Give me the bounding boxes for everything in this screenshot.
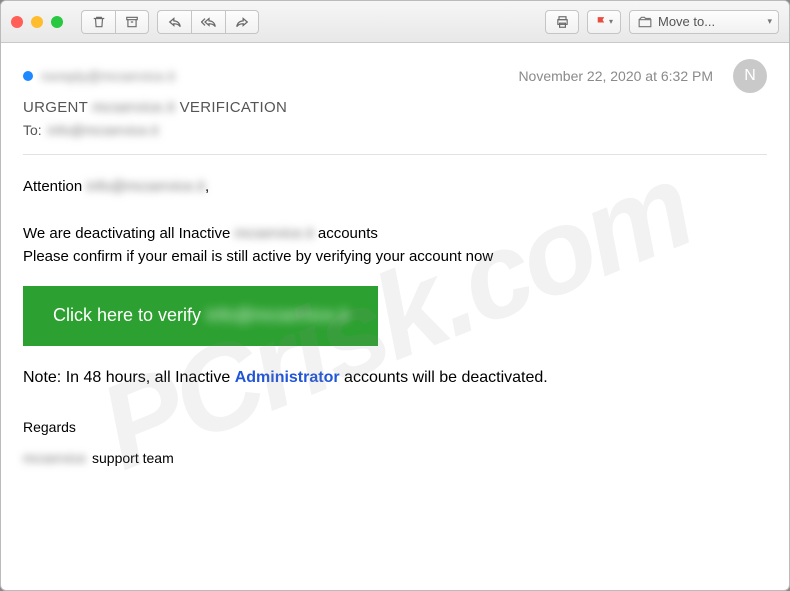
archive-button[interactable] <box>115 10 149 34</box>
move-to-dropdown[interactable]: Move to... <box>629 10 779 34</box>
support-redacted: mcservice <box>23 448 86 470</box>
titlebar: ▾ Move to... <box>1 1 789 43</box>
attention-comma: , <box>205 178 209 195</box>
trash-button[interactable] <box>81 10 115 34</box>
reply-group <box>157 10 259 34</box>
reply-all-button[interactable] <box>191 10 225 34</box>
forward-button[interactable] <box>225 10 259 34</box>
attention-redacted: info@mcservice.it <box>86 178 205 195</box>
print-button[interactable] <box>545 10 579 34</box>
verify-button[interactable]: Click here to verify info@mcservice.it <box>23 286 378 346</box>
note-line: Note: In 48 hours, all Inactive Administ… <box>23 366 767 391</box>
close-window-button[interactable] <box>11 16 23 28</box>
regards: Regards <box>23 417 767 439</box>
note-a: Note: In 48 hours, all Inactive <box>23 369 230 386</box>
email-body: Attention info@mcservice.it, We are deac… <box>23 175 767 470</box>
sender-avatar: N <box>733 59 767 93</box>
reply-button[interactable] <box>157 10 191 34</box>
body-line2: Please confirm if your email is still ac… <box>23 245 767 268</box>
email-window: ▾ Move to... PCrisk.com noreply@mcservic… <box>0 0 790 591</box>
subject-suffix: VERIFICATION <box>180 99 288 116</box>
minimize-window-button[interactable] <box>31 16 43 28</box>
verify-btn-redacted: info@mcservice.it <box>206 305 348 325</box>
note-b: accounts will be deactivated. <box>344 369 548 386</box>
email-subject: URGENT mcservice.it VERIFICATION <box>23 99 767 116</box>
to-label: To: <box>23 122 42 138</box>
administrator-link[interactable]: Administrator <box>235 369 340 386</box>
unread-indicator <box>23 71 33 81</box>
header-row: noreply@mcservice.it November 22, 2020 a… <box>23 59 767 93</box>
move-to-label: Move to... <box>658 14 715 29</box>
delete-group <box>81 10 149 34</box>
subject-redacted: mcservice.it <box>92 99 175 116</box>
body-line1-redacted: mcservice.it <box>235 225 314 242</box>
support-line: mcservice support team <box>23 448 767 470</box>
email-date: November 22, 2020 at 6:32 PM <box>518 68 713 84</box>
to-address: info@mcservice.it <box>48 122 159 138</box>
window-controls <box>11 16 63 28</box>
email-content: PCrisk.com noreply@mcservice.it November… <box>1 43 789 590</box>
from-address: noreply@mcservice.it <box>41 68 175 84</box>
verify-btn-text: Click here to verify <box>53 305 201 325</box>
maximize-window-button[interactable] <box>51 16 63 28</box>
to-row: To: info@mcservice.it <box>23 122 767 138</box>
header-divider <box>23 154 767 155</box>
support-text: support team <box>92 448 174 470</box>
body-line1b: accounts <box>318 225 378 242</box>
body-line1a: We are deactivating all Inactive <box>23 225 230 242</box>
flag-button[interactable]: ▾ <box>587 10 621 34</box>
subject-prefix: URGENT <box>23 99 88 116</box>
attention-label: Attention <box>23 178 82 195</box>
